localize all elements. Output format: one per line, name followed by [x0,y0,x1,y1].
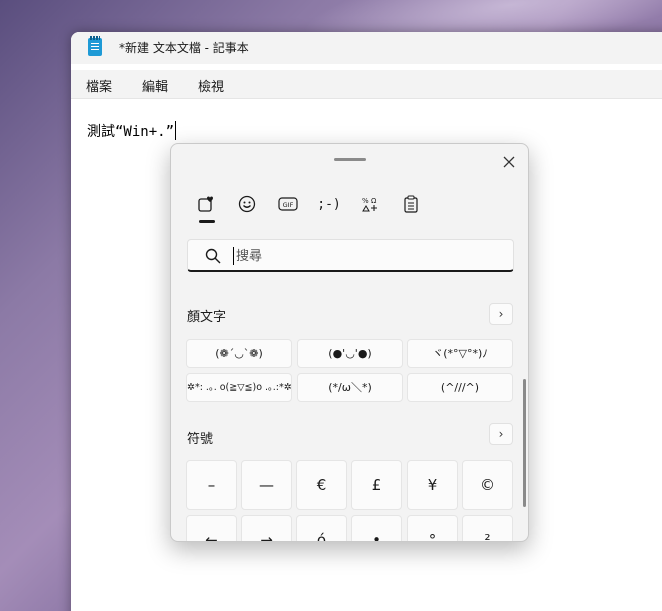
symbol-item[interactable]: © [462,460,513,510]
drag-handle[interactable] [334,158,366,161]
close-icon [503,156,515,168]
menu-bar: 檔案 編輯 檢視 [71,70,662,98]
emoji-panel: GIF ;-) % Ω 顏 [170,143,529,542]
svg-text:%: % [362,197,369,205]
tab-emoji[interactable] [232,192,262,216]
kaomoji-item[interactable]: ✲*: .｡. o(≧▽≦)o .｡.:*✲ [186,373,292,402]
scrollbar-thumb[interactable] [523,379,526,507]
kaomoji-item[interactable]: (^///^) [407,373,513,402]
symbol-item[interactable]: — [241,460,292,510]
symbol-grid: – — € £ ¥ © ← → ó • ° ² [186,460,514,541]
symbol-item[interactable]: ← [186,515,237,541]
kaomoji-item[interactable]: ヾ(*°▽°*)ﾉ [407,339,513,368]
menu-file[interactable]: 檔案 [86,76,112,95]
svg-text:GIF: GIF [283,201,294,209]
menu-view[interactable]: 檢視 [198,76,224,95]
symbol-item[interactable]: • [351,515,402,541]
kaomoji-more-button[interactable]: › [489,303,513,325]
editor-content[interactable]: 測試“Win+.” [87,121,177,141]
symbol-item[interactable]: → [241,515,292,541]
symbols-section-title: 符號 [187,432,214,447]
tab-gif[interactable]: GIF [273,192,303,216]
kaomoji-item[interactable]: (●'◡'●) [297,339,403,368]
emoji-icon [238,195,256,213]
symbol-item[interactable]: ° [407,515,458,541]
symbol-item[interactable]: – [186,460,237,510]
symbol-item[interactable]: ¥ [407,460,458,510]
symbol-item[interactable]: € [296,460,347,510]
search-box[interactable] [187,239,514,272]
kaomoji-icon: ;-) [317,196,341,212]
symbols-more-button[interactable]: › [489,423,513,445]
symbol-item[interactable]: £ [351,460,402,510]
category-tabs: GIF ;-) % Ω [189,192,429,222]
clipboard-icon [404,195,418,213]
title-bar[interactable]: *新建 文本文檔 - 記事本 [71,32,662,64]
tab-clipboard[interactable] [396,192,426,216]
gif-icon: GIF [278,197,298,211]
kaomoji-item[interactable]: (*/ω＼*) [297,373,403,402]
symbol-item[interactable]: ó [296,515,347,541]
search-input[interactable] [236,245,496,267]
active-tab-indicator [199,220,215,223]
window-title: *新建 文本文檔 - 記事本 [119,41,249,55]
kaomoji-item[interactable]: (❁´◡`❁) [186,339,292,368]
search-icon [205,248,221,264]
symbols-icon: % Ω [362,197,377,212]
recent-icon [198,196,213,212]
text-caret [175,121,177,140]
kaomoji-grid: (❁´◡`❁) (●'◡'●) ヾ(*°▽°*)ﾉ ✲*: .｡. o(≧▽≦)… [186,339,514,403]
menu-edit[interactable]: 編輯 [142,76,168,95]
tab-recent[interactable] [191,192,221,216]
close-button[interactable] [499,152,519,172]
tab-symbols[interactable]: % Ω [355,192,385,216]
svg-text:Ω: Ω [371,197,377,205]
kaomoji-section-title: 顏文字 [187,310,227,325]
search-caret [233,247,234,265]
symbol-item[interactable]: ² [462,515,513,541]
editor-text: 測試“Win+.” [87,124,175,140]
tab-kaomoji[interactable]: ;-) [314,192,344,216]
notepad-icon [88,36,102,56]
